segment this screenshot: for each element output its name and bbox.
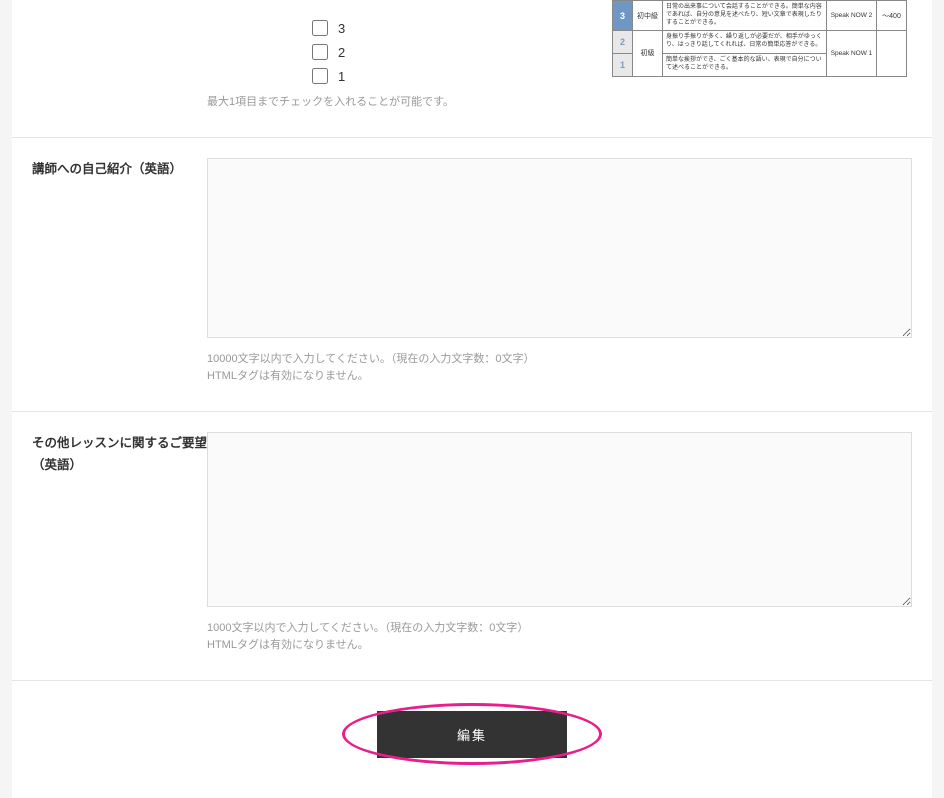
edit-button[interactable]: 編集 <box>377 711 567 758</box>
intro-helper-2: HTMLタグは有効になりません。 <box>207 368 912 386</box>
request-label: その他レッスンに関するご要望（英語） <box>12 432 207 655</box>
level-num-2: 2 <box>613 31 633 54</box>
checkbox-1[interactable] <box>312 68 328 84</box>
level-num-1: 1 <box>613 53 633 76</box>
checkbox-2[interactable] <box>312 44 328 60</box>
level-helper-text: 最大1項目までチェックを入れることが可能です。 <box>207 94 912 112</box>
level-section: 3 2 1 最大1項目までチェックを入れることが可能です。 3 初中級 日常の出… <box>12 0 932 138</box>
request-helper-1: 1000文字以内で入力してください。（現在の入力文字数：0文字） <box>207 620 912 638</box>
request-section: その他レッスンに関するご要望（英語） 1000文字以内で入力してください。（現在… <box>12 412 932 681</box>
checkbox-3[interactable] <box>312 20 328 36</box>
submit-row: 編集 <box>12 681 932 798</box>
checkbox-label-1: 1 <box>338 69 345 84</box>
level-desc-1: 簡単な挨拶ができ、ごく基本的な語い、表現で自分について述べることができる。 <box>663 53 827 76</box>
level-speak-2: Speak NOW 1 <box>827 31 877 76</box>
intro-helper-1: 10000文字以内で入力してください。（現在の入力文字数：0文字） <box>207 351 912 369</box>
level-reference-table: 3 初中級 日常の出来事について会話することができる。簡単な内容であれば、自分の… <box>612 0 907 77</box>
level-score-3: ～400 <box>877 1 907 31</box>
level-cat-2: 初級 <box>633 31 663 76</box>
level-desc-3: 日常の出来事について会話することができる。簡単な内容であれば、自分の意見を述べた… <box>663 1 827 31</box>
checkbox-label-2: 2 <box>338 45 345 60</box>
intro-textarea[interactable] <box>207 158 912 338</box>
level-desc-2: 身振り手振りが多く、繰り返しが必要だが、相手がゆっくり、はっきり話してくれれば、… <box>663 31 827 54</box>
request-textarea[interactable] <box>207 432 912 607</box>
level-score-2 <box>877 31 907 76</box>
checkbox-label-3: 3 <box>338 21 345 36</box>
level-speak-3: Speak NOW 2 <box>827 1 877 31</box>
level-num-3: 3 <box>613 1 633 31</box>
level-cat-3: 初中級 <box>633 1 663 31</box>
request-helper-2: HTMLタグは有効になりません。 <box>207 637 912 655</box>
intro-section: 講師への自己紹介（英語） 10000文字以内で入力してください。（現在の入力文字… <box>12 138 932 412</box>
intro-label: 講師への自己紹介（英語） <box>12 158 207 386</box>
